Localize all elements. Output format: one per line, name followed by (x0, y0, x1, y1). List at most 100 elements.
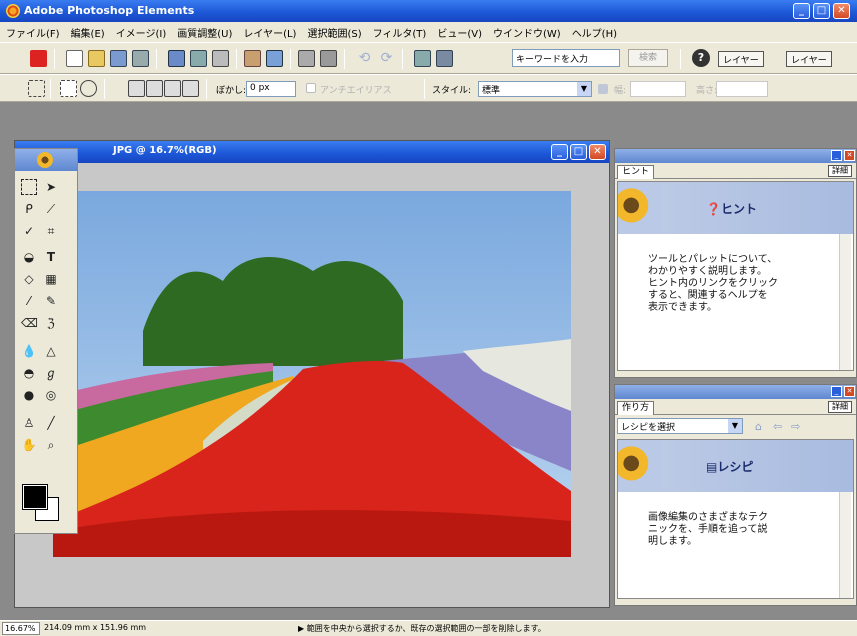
marquee-tool-icon[interactable] (21, 179, 37, 195)
save-web-icon[interactable] (190, 50, 207, 67)
print-preview-icon[interactable] (298, 50, 315, 67)
minimize-button[interactable]: _ (793, 3, 810, 19)
feather-input[interactable]: 0 px (246, 81, 296, 97)
redo-icon[interactable]: ⟳ (378, 50, 395, 67)
move-tool-icon[interactable]: ➤ (43, 179, 59, 195)
style-select[interactable]: 標準 ▼ (478, 81, 592, 97)
intersect-selection-icon[interactable] (182, 80, 199, 97)
online-services-icon[interactable] (320, 50, 337, 67)
subtract-selection-icon[interactable] (164, 80, 181, 97)
home-icon[interactable]: ⌂ (755, 420, 762, 433)
menu-filter[interactable]: フィルタ(T) (373, 25, 427, 40)
app-title-bar: Adobe Photoshop Elements _ □ ✕ (0, 0, 857, 22)
swap-dimensions-icon[interactable] (598, 84, 608, 94)
hint-minimize-button[interactable]: _ (831, 150, 842, 161)
menu-window[interactable]: ウインドウ(W) (493, 25, 561, 40)
chevron-down-icon: ▼ (577, 82, 591, 96)
shape-tool-icon[interactable]: ◒ (21, 249, 37, 265)
height-input[interactable] (716, 81, 768, 97)
shortcuts-toolbar: ⟲ ⟳ キーワードを入力 検索 ? レイヤー レイヤー (0, 42, 857, 74)
hand-tool-icon[interactable]: ✋ (21, 437, 37, 453)
app-logo-icon (6, 4, 20, 18)
menu-image[interactable]: イメージ(I) (116, 25, 167, 40)
menu-help[interactable]: ヘルプ(H) (572, 25, 617, 40)
attach-email-icon[interactable] (244, 50, 261, 67)
lasso-tool-icon[interactable]: ᑭ (21, 201, 37, 217)
selection-brush-tool-icon[interactable]: ✓ (21, 223, 37, 239)
status-bar: 16.67% 214.09 mm x 151.96 mm ▶ 範囲を中央から選択… (0, 620, 857, 636)
image-canvas[interactable] (53, 191, 571, 557)
close-button[interactable]: ✕ (833, 3, 850, 19)
magic-wand-tool-icon[interactable]: ⟋ (43, 201, 59, 217)
doc-maximize-button[interactable]: □ (570, 144, 587, 160)
blur-tool-icon[interactable]: 💧 (21, 343, 37, 359)
menu-select[interactable]: 選択範囲(S) (307, 25, 361, 40)
recipe-minimize-button[interactable]: _ (831, 386, 842, 397)
gradient-tool-icon[interactable]: ▦ (43, 271, 59, 287)
forward-arrow-icon[interactable]: ⇨ (791, 420, 800, 433)
foreground-color-swatch[interactable] (22, 484, 48, 510)
menu-edit[interactable]: 編集(E) (71, 25, 105, 40)
menu-view[interactable]: ビュー(V) (437, 25, 482, 40)
import-icon[interactable] (132, 50, 149, 67)
eyedropper-tool-icon[interactable]: ╱ (43, 415, 59, 431)
share-icon[interactable] (266, 50, 283, 67)
keyword-search-input[interactable]: キーワードを入力 (512, 49, 620, 67)
help-icon[interactable]: ? (692, 49, 710, 67)
rect-marquee-option-icon[interactable] (28, 80, 45, 97)
menu-file[interactable]: ファイル(F) (6, 25, 60, 40)
antialias-checkbox[interactable] (306, 83, 316, 93)
document-title: JPG @ 16.7%(RGB) (113, 145, 217, 156)
open-folder-icon[interactable] (88, 50, 105, 67)
recipe-scrollbar[interactable] (839, 492, 851, 598)
zoom-level-field[interactable]: 16.67% (2, 622, 40, 635)
menu-enhance[interactable]: 画質調整(U) (177, 25, 232, 40)
step-backward-icon[interactable] (414, 50, 431, 67)
recipe-tab[interactable]: 作り方 (617, 401, 655, 415)
hint-scrollbar[interactable] (839, 234, 851, 370)
layers-tab-1[interactable]: レイヤー (718, 51, 764, 67)
undo-icon[interactable]: ⟲ (356, 50, 373, 67)
save-icon[interactable] (168, 50, 185, 67)
ellipse-selection-icon[interactable] (80, 80, 97, 97)
width-input[interactable] (630, 81, 686, 97)
hint-close-button[interactable]: ✕ (844, 150, 855, 161)
hint-tab[interactable]: ヒント (617, 165, 655, 179)
recipe-more-button[interactable]: 詳細 (828, 401, 852, 413)
browse-icon[interactable] (110, 50, 127, 67)
zoom-tool-icon[interactable]: ⌕ (43, 437, 59, 453)
width-label: 幅: (614, 86, 627, 96)
eraser-tool-icon[interactable]: ⌫ (21, 315, 38, 331)
back-arrow-icon[interactable]: ⇦ (773, 420, 782, 433)
new-selection-icon[interactable] (128, 80, 145, 97)
smudge-tool-icon[interactable]: ℊ (43, 365, 59, 381)
sponge-tool-icon[interactable]: ◓ (21, 365, 37, 381)
sharpen-tool-icon[interactable]: △ (43, 343, 59, 359)
doc-minimize-button[interactable]: _ (551, 144, 568, 160)
crop-tool-icon[interactable]: ⌗ (43, 223, 59, 239)
impressionist-brush-tool-icon[interactable]: ℨ (43, 315, 59, 331)
layers-tab-2[interactable]: レイヤー (786, 51, 832, 67)
sunflower-logo-icon (37, 152, 53, 168)
clone-stamp-tool-icon[interactable]: ♙ (21, 415, 37, 431)
new-file-icon[interactable] (66, 50, 83, 67)
paint-bucket-tool-icon[interactable]: ◇ (21, 271, 37, 287)
menu-layer[interactable]: レイヤー(L) (243, 25, 296, 40)
hint-more-button[interactable]: 詳細 (828, 165, 852, 177)
type-tool-icon[interactable]: T (43, 249, 59, 265)
pencil-tool-icon[interactable]: ✎ (43, 293, 59, 309)
adobe-logo-icon[interactable] (30, 50, 47, 67)
print-icon[interactable] (212, 50, 229, 67)
rect-selection-icon[interactable] (60, 80, 77, 97)
add-selection-icon[interactable] (146, 80, 163, 97)
dodge-tool-icon[interactable]: ◎ (43, 387, 59, 403)
tool-hint: ▶ 範囲を中央から選択するか、既存の選択範囲の一部を削除します。 (298, 624, 546, 633)
maximize-button[interactable]: □ (813, 3, 830, 19)
doc-close-button[interactable]: ✕ (589, 144, 606, 160)
photo-bin-icon[interactable] (436, 50, 453, 67)
recipe-close-button[interactable]: ✕ (844, 386, 855, 397)
recipe-select[interactable]: レシピを選択 ▼ (617, 418, 743, 434)
search-button[interactable]: 検索 (628, 49, 668, 67)
brush-tool-icon[interactable]: ⁄ (21, 293, 37, 309)
red-eye-tool-icon[interactable]: ● (21, 387, 37, 403)
